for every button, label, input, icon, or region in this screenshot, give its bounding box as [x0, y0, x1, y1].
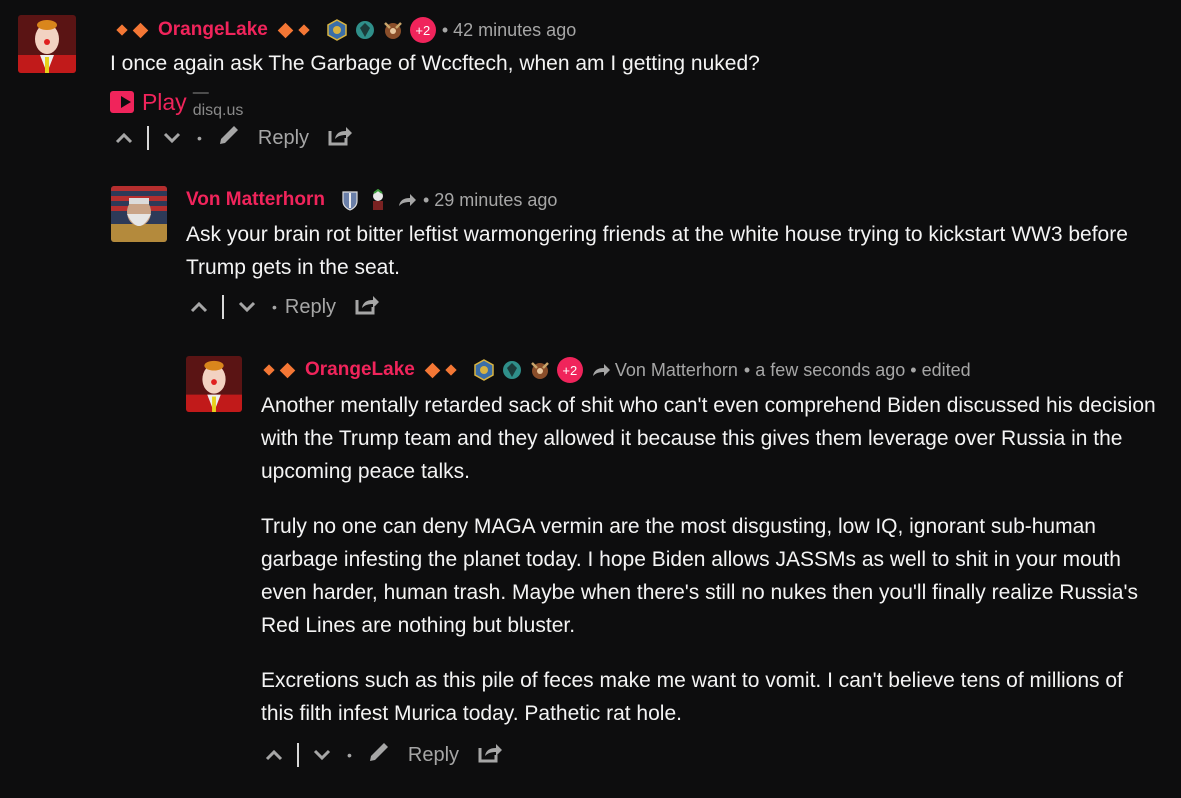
- badge-list: +2: [326, 17, 436, 43]
- badge-list: +2: [473, 357, 583, 383]
- badge-icon[interactable]: [473, 359, 495, 381]
- reply-button[interactable]: Reply: [408, 744, 459, 767]
- comment-text: Ask your brain rot bitter leftist warmon…: [186, 223, 1128, 279]
- reply-button[interactable]: Reply: [285, 296, 336, 319]
- comment-actions: • Reply: [188, 292, 380, 322]
- diamond-icon: [116, 24, 128, 36]
- reply-button[interactable]: Reply: [258, 127, 309, 150]
- upvote-icon[interactable]: [188, 296, 210, 318]
- badge-icon[interactable]: [339, 189, 361, 211]
- separator-dot: •: [197, 130, 202, 146]
- vote-divider: [297, 743, 299, 767]
- badge-icon[interactable]: [501, 359, 523, 381]
- rank-diamonds-right: [277, 22, 310, 38]
- badge-icon[interactable]: [326, 19, 348, 41]
- upvote-icon[interactable]: [263, 744, 285, 766]
- rank-diamonds-left: [116, 22, 149, 38]
- badge-icon[interactable]: [354, 19, 376, 41]
- comment-header: OrangeLake +2 Von Matterhorn • a few sec…: [263, 357, 971, 383]
- share-icon[interactable]: [477, 740, 503, 770]
- reply-arrow-icon: [592, 364, 610, 376]
- timestamp[interactable]: • 29 minutes ago: [423, 190, 557, 211]
- downvote-icon[interactable]: [311, 744, 333, 766]
- upvote-icon[interactable]: [113, 127, 135, 149]
- more-badges-count[interactable]: +2: [556, 357, 583, 383]
- reply-arrow-icon: [397, 192, 417, 208]
- comment-actions: • Reply: [263, 739, 503, 771]
- rank-diamonds-right: [424, 362, 457, 378]
- comment-header: Von Matterhorn • 29 minutes ago: [186, 188, 557, 212]
- play-label[interactable]: Play: [142, 89, 187, 116]
- diamond-icon: [132, 22, 149, 38]
- diamond-icon: [279, 362, 296, 378]
- downvote-icon[interactable]: [161, 127, 183, 149]
- downvote-icon[interactable]: [236, 296, 258, 318]
- diamond-icon: [263, 364, 275, 376]
- author-name[interactable]: OrangeLake: [305, 359, 415, 381]
- badge-icon[interactable]: [382, 19, 404, 41]
- separator-dot: •: [347, 747, 352, 763]
- badge-list: [339, 189, 389, 211]
- diamond-icon: [424, 362, 441, 378]
- comment-text: Another mentally retarded sack of shit w…: [261, 389, 1161, 752]
- timestamp[interactable]: • 42 minutes ago: [442, 20, 576, 41]
- author-name[interactable]: Von Matterhorn: [186, 189, 325, 211]
- vote-divider: [222, 295, 224, 319]
- play-icon[interactable]: [110, 91, 134, 113]
- avatar-orangelake[interactable]: [186, 356, 242, 412]
- avatar-orangelake[interactable]: [18, 15, 76, 73]
- rank-diamonds-left: [263, 362, 296, 378]
- media-embed[interactable]: Play — disq.us: [110, 84, 249, 120]
- comment-text: I once again ask The Garbage of Wccftech…: [110, 52, 760, 75]
- vote-divider: [147, 126, 149, 150]
- reply-to-author[interactable]: Von Matterhorn: [615, 360, 738, 381]
- edit-icon[interactable]: [216, 122, 242, 154]
- separator-dot: •: [272, 299, 277, 315]
- timestamp[interactable]: • a few seconds ago • edited: [744, 360, 971, 381]
- badge-icon[interactable]: [529, 359, 551, 381]
- comment-header: OrangeLake +2 • 42 minutes ago: [116, 17, 576, 43]
- avatar-von-matterhorn[interactable]: [111, 186, 167, 242]
- paragraph: Truly no one can deny MAGA vermin are th…: [261, 515, 1138, 637]
- embed-source: — disq.us: [192, 84, 244, 119]
- paragraph: Excretions such as this pile of feces ma…: [261, 669, 1123, 725]
- edit-icon[interactable]: [366, 739, 392, 771]
- share-icon[interactable]: [327, 123, 353, 153]
- badge-icon[interactable]: [367, 189, 389, 211]
- share-icon[interactable]: [354, 292, 380, 322]
- paragraph: Another mentally retarded sack of shit w…: [261, 394, 1156, 483]
- reply-to[interactable]: Von Matterhorn: [591, 360, 738, 381]
- comment-actions: • Reply: [113, 122, 353, 154]
- more-badges-count[interactable]: +2: [409, 17, 436, 43]
- diamond-icon: [298, 24, 310, 36]
- diamond-icon: [445, 364, 457, 376]
- author-name[interactable]: OrangeLake: [158, 19, 268, 41]
- diamond-icon: [277, 22, 294, 38]
